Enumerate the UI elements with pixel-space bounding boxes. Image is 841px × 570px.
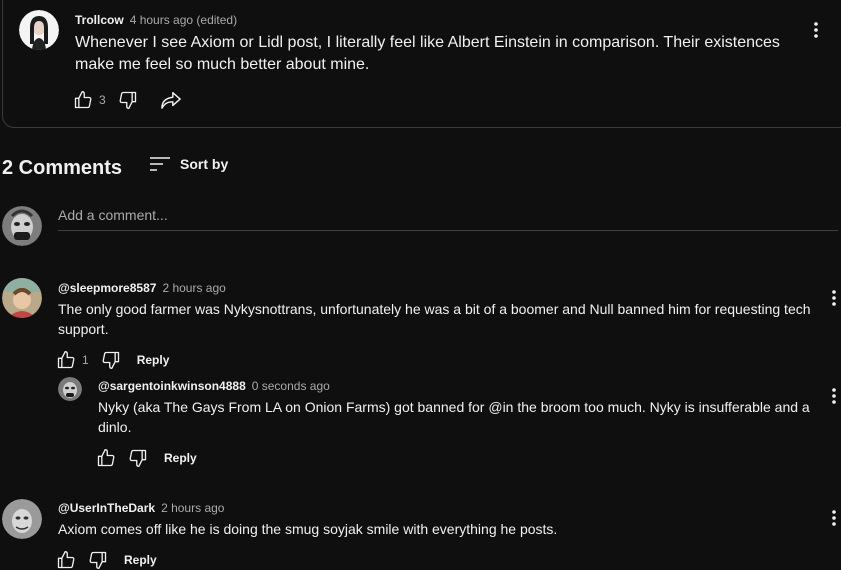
thumbs-up-icon[interactable] [73, 90, 93, 110]
reply-author-name[interactable]: @sargentoinkwinson4888 [98, 379, 246, 393]
share-icon[interactable] [160, 90, 182, 110]
reply-header: @sargentoinkwinson4888 0 seconds ago [98, 377, 330, 395]
post-author-avatar[interactable] [19, 10, 59, 50]
thumbs-up-icon[interactable] [56, 350, 76, 370]
sort-by-button[interactable]: Sort by [150, 156, 228, 172]
comment-text: Axiom comes off like he is doing the smu… [58, 521, 558, 537]
more-vertical-icon [832, 510, 836, 526]
reply-button[interactable]: Reply [164, 451, 197, 465]
comment-more-button[interactable] [824, 506, 841, 530]
comment-action-bar: 1 Reply [56, 350, 169, 370]
more-vertical-icon [814, 22, 818, 38]
sort-icon [150, 157, 170, 171]
comment-avatar[interactable] [2, 499, 42, 539]
comment-avatar[interactable] [2, 278, 42, 318]
post-like-count: 3 [99, 93, 106, 107]
post-timestamp[interactable]: 4 hours ago (edited) [130, 13, 237, 27]
more-vertical-icon [832, 290, 836, 306]
comment-timestamp[interactable]: 2 hours ago [162, 281, 225, 295]
post-more-button[interactable] [806, 18, 826, 42]
thumbs-down-icon[interactable] [88, 550, 108, 570]
reply-more-button[interactable] [824, 384, 841, 408]
add-comment-input[interactable]: Add a comment... [58, 207, 168, 223]
thumbs-up-icon[interactable] [56, 550, 76, 570]
comments-count-heading: 2 Comments [2, 157, 123, 179]
thumbs-up-icon[interactable] [96, 448, 116, 468]
post-action-bar: 3 [73, 90, 182, 110]
reply-button[interactable]: Reply [137, 353, 170, 367]
comment-text: The only good farmer was Nykysnottrans, … [58, 301, 811, 337]
post-header: Trollcow 4 hours ago (edited) [75, 11, 237, 29]
comment-action-bar: Reply [56, 550, 157, 570]
add-comment-underline [58, 230, 838, 231]
reply-avatar[interactable] [58, 377, 82, 401]
reply-button[interactable]: Reply [124, 553, 157, 567]
comment-header: @UserInTheDark 2 hours ago [58, 499, 224, 517]
comment-header: @sleepmore8587 2 hours ago [58, 279, 226, 297]
comment-like-count: 1 [82, 353, 89, 367]
thumbs-down-icon[interactable] [128, 448, 148, 468]
post-author-name[interactable]: Trollcow [75, 13, 124, 27]
comment-timestamp[interactable]: 2 hours ago [161, 501, 224, 515]
sort-by-label: Sort by [180, 156, 229, 172]
thumbs-down-icon[interactable] [118, 90, 138, 110]
comment-author-name[interactable]: @sleepmore8587 [58, 281, 156, 295]
comment-more-button[interactable] [824, 286, 841, 310]
comment-author-name[interactable]: @UserInTheDark [58, 501, 155, 515]
thumbs-down-icon[interactable] [101, 350, 121, 370]
current-user-avatar[interactable] [2, 206, 42, 246]
more-vertical-icon [832, 388, 836, 404]
post-text: Whenever I see Axiom or Lidl post, I lit… [75, 34, 780, 73]
reply-text: Nyky (aka The Gays From LA on Onion Farm… [98, 399, 810, 435]
reply-action-bar: Reply [96, 448, 197, 468]
reply-timestamp[interactable]: 0 seconds ago [252, 379, 330, 393]
